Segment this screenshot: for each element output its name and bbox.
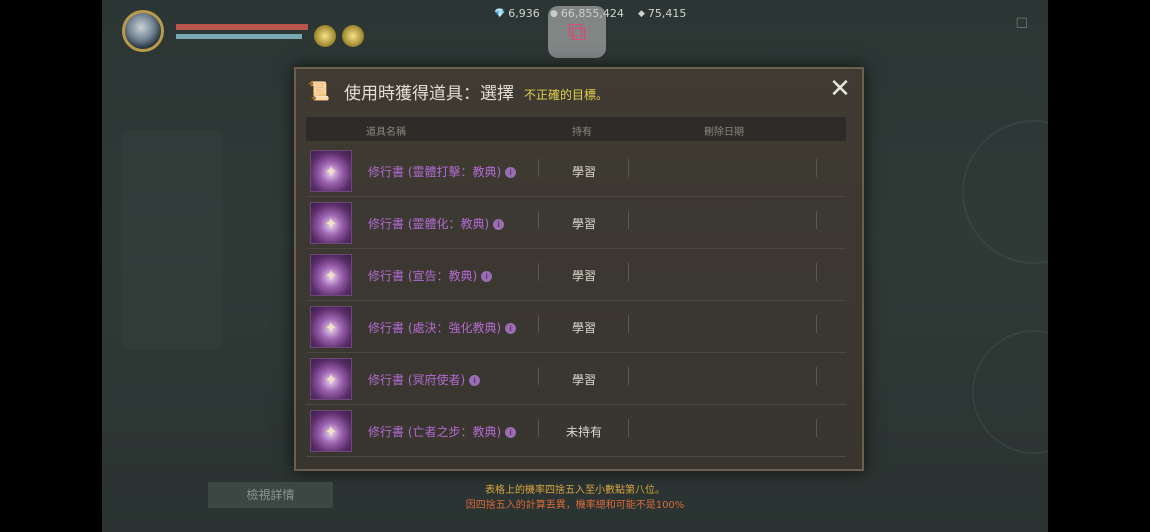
book-emblem-icon: ✦	[310, 410, 352, 452]
buff-icon[interactable]	[342, 25, 364, 47]
col-owned: 持有	[572, 127, 592, 138]
background-ornament	[972, 330, 1048, 454]
warning-text: 不正確的目標。	[524, 87, 609, 102]
list-item[interactable]: ✦ 修行書 (處決：強化教典) i 學習	[306, 301, 846, 353]
list-item[interactable]: ✦ 修行書 (冥府使者) i 學習	[306, 353, 846, 405]
book-emblem-icon: ✦	[310, 358, 352, 400]
book-emblem-icon: ✦	[310, 306, 352, 348]
mp-bar	[176, 34, 302, 39]
gem-icon: ◆	[638, 8, 645, 19]
hp-bar	[176, 24, 308, 30]
item-status: 學習	[571, 217, 596, 231]
col-item-name: 道具名稱	[366, 127, 406, 138]
table-header: 道具名稱 持有 刪除日期	[306, 117, 846, 141]
item-status: 學習	[571, 269, 596, 283]
modal-header: 📜 使用時獲得道具：選擇 不正確的目標。	[296, 69, 862, 113]
item-name: 修行書 (靈體打擊：教典) i	[368, 163, 517, 180]
book-emblem-icon: ✦	[310, 150, 352, 192]
game-screen: 💎 6,936 ● 66,855,424 ◆ 75,415 ⧉ ☐ 📜 使用時獲…	[102, 0, 1048, 532]
player-avatar[interactable]	[122, 10, 164, 52]
list-item[interactable]: ✦ 修行書 (靈體打擊：教典) i 學習	[306, 145, 846, 197]
probability-note: 表格上的機率四捨五入至小數點第八位。	[485, 485, 665, 496]
menu-icon[interactable]: ☐	[1015, 16, 1028, 32]
list-item[interactable]: ✦ 修行書 (靈體化：教典) i 學習	[306, 197, 846, 249]
diamond-icon: 💎	[494, 8, 506, 19]
book-emblem-icon: ✦	[310, 202, 352, 244]
item-name: 修行書 (靈體化：教典) i	[368, 215, 505, 232]
item-name: 修行書 (宣告：教典) i	[368, 267, 493, 284]
buff-icon[interactable]	[314, 25, 336, 47]
item-status: 學習	[571, 321, 596, 335]
item-status: 未持有	[565, 425, 602, 439]
screen-cast-icon[interactable]: ⧉	[548, 6, 606, 58]
close-icon[interactable]: ✕	[826, 75, 854, 103]
background-ornament	[122, 130, 222, 350]
item-select-modal: 📜 使用時獲得道具：選擇 不正確的目標。 ✕ 道具名稱 持有 刪除日期 ✦ 修行…	[294, 67, 864, 471]
currency-diamond-value: 6,936	[508, 7, 540, 20]
modal-title: 使用時獲得道具：選擇	[344, 83, 514, 104]
item-list: ✦ 修行書 (靈體打擊：教典) i 學習 ✦ 修行書 (靈體化：教典) i 學習 ✦…	[306, 145, 846, 457]
item-name: 修行書 (冥府使者) i	[368, 371, 481, 388]
list-item[interactable]: ✦ 修行書 (亡者之步：教典) i 未持有	[306, 405, 846, 457]
book-emblem-icon: ✦	[310, 254, 352, 296]
currency-gem-value: 75,415	[647, 7, 687, 20]
background-ornament	[962, 120, 1048, 264]
list-item[interactable]: ✦ 修行書 (宣告：教典) i 學習	[306, 249, 846, 301]
col-delete-date: 刪除日期	[704, 127, 744, 138]
scroll-icon: 📜	[307, 80, 331, 102]
item-status: 學習	[571, 373, 596, 387]
currency-diamond: 💎 6,936	[494, 7, 540, 20]
rounding-note: 因四捨五入的計算丟異，機率總和可能不是100%	[465, 500, 685, 511]
item-status: 學習	[571, 165, 596, 179]
item-name: 修行書 (處決：強化教典) i	[368, 319, 517, 336]
item-name: 修行書 (亡者之步：教典) i	[368, 423, 517, 440]
currency-gem: ◆ 75,415	[638, 7, 686, 20]
